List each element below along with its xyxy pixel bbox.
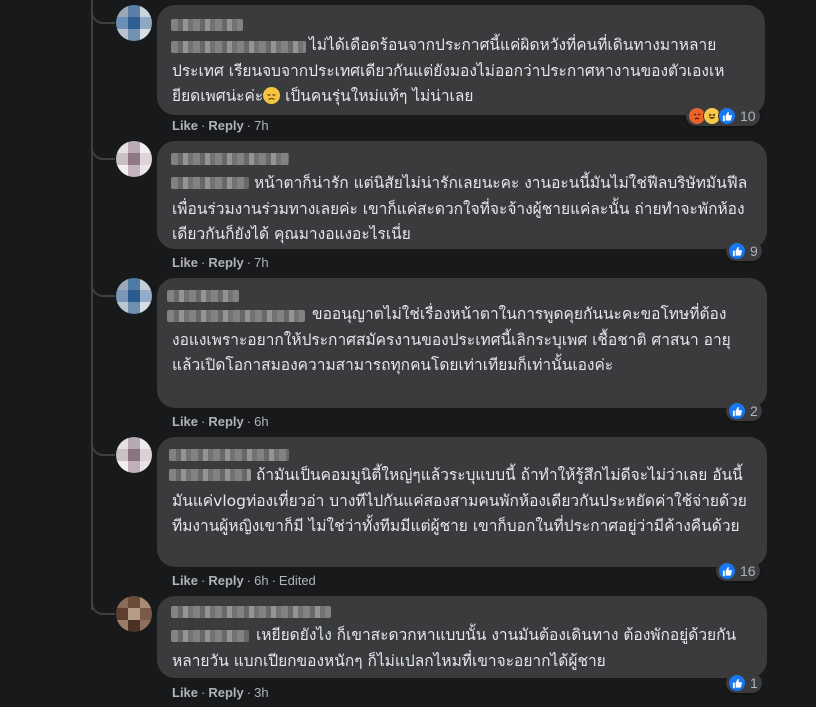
commenter-name[interactable] <box>167 290 239 302</box>
comment-actions: Like · Reply · 6h <box>172 414 269 429</box>
reaction-count: 9 <box>750 243 758 259</box>
edited-label[interactable]: Edited <box>279 573 316 588</box>
timestamp[interactable]: 7h <box>254 118 268 133</box>
reactions-summary[interactable]: 16 <box>716 561 760 581</box>
reaction-count: 1 <box>750 675 758 691</box>
avatar[interactable] <box>116 5 152 41</box>
commenter-name[interactable] <box>171 606 331 618</box>
avatar[interactable] <box>116 437 152 473</box>
comment-text: ถ้ามันเป็นคอมมูนิตี้ใหญ่ๆแล้วระบุแบบนี้ … <box>172 466 752 535</box>
reply-button[interactable]: Reply <box>208 573 243 588</box>
thread-connector <box>91 142 115 160</box>
comment-text: หน้าตาก็น่ารัก แต่นิสัยไม่น่ารักเลยนะคะ … <box>172 174 748 243</box>
like-button[interactable]: Like <box>172 118 198 133</box>
like-button[interactable]: Like <box>172 255 198 270</box>
timestamp[interactable]: 6h <box>254 414 268 429</box>
comment-actions: Like · Reply · 7h <box>172 255 269 270</box>
comment-actions: Like · Reply · 3h <box>172 685 269 700</box>
thread-connector <box>91 438 115 456</box>
reply-button[interactable]: Reply <box>208 414 243 429</box>
reactions-summary[interactable]: 1 <box>726 673 762 693</box>
timestamp[interactable]: 7h <box>254 255 268 270</box>
comment-actions: Like · Reply · 6h · Edited <box>172 573 316 588</box>
like-icon <box>728 674 746 692</box>
like-icon <box>718 562 736 580</box>
comment-actions: Like · Reply · 7h <box>172 118 269 133</box>
reply-button[interactable]: Reply <box>208 118 243 133</box>
commenter-name[interactable] <box>171 19 243 31</box>
reaction-count: 2 <box>750 403 758 419</box>
timestamp[interactable]: 3h <box>254 685 268 700</box>
comment-text: ไม่ได้เดือดร้อนจากประกาศนี้แค่ผิดหวังที่… <box>172 36 725 105</box>
reply-button[interactable]: Reply <box>208 255 243 270</box>
reply-button[interactable]: Reply <box>208 685 243 700</box>
commenter-name[interactable] <box>169 449 289 461</box>
thread-connector <box>91 279 115 297</box>
commenter-name[interactable] <box>171 153 289 165</box>
avatar[interactable] <box>116 278 152 314</box>
reactions-summary[interactable]: 2 <box>726 401 762 421</box>
like-icon <box>728 242 746 260</box>
thread-connector <box>91 6 115 24</box>
comment-text: ขออนุญาตไม่ใช่เรื่องหน้าตาในการพูดคุยกัน… <box>172 305 736 374</box>
comment-bubble: ขออนุญาตไม่ใช่เรื่องหน้าตาในการพูดคุยกัน… <box>157 278 767 408</box>
like-icon <box>718 107 736 125</box>
reaction-count: 16 <box>740 563 756 579</box>
comment-bubble: ถ้ามันเป็นคอมมูนิตี้ใหญ่ๆแล้วระบุแบบนี้ … <box>157 437 767 567</box>
comment-bubble: เหยียดยังไง ก็เขาสะดวกหาแบบนั้น งานมันต้… <box>157 596 767 678</box>
thread-line <box>91 0 93 610</box>
reactions-summary[interactable]: 10 <box>686 106 760 126</box>
avatar[interactable] <box>116 141 152 177</box>
reactions-summary[interactable]: 9 <box>726 241 762 261</box>
comment-bubble: หน้าตาก็น่ารัก แต่นิสัยไม่น่ารักเลยนะคะ … <box>157 141 767 249</box>
comment-bubble: ไม่ได้เดือดร้อนจากประกาศนี้แค่ผิดหวังที่… <box>157 5 765 115</box>
disappointed-emoji-icon <box>263 87 281 104</box>
like-icon <box>728 402 746 420</box>
reaction-count: 10 <box>740 108 756 124</box>
like-button[interactable]: Like <box>172 414 198 429</box>
like-button[interactable]: Like <box>172 685 198 700</box>
thread-connector <box>91 597 115 615</box>
timestamp[interactable]: 6h <box>254 573 268 588</box>
comment-text: เหยียดยังไง ก็เขาสะดวกหาแบบนั้น งานมันต้… <box>172 626 737 670</box>
avatar[interactable] <box>116 596 152 632</box>
like-button[interactable]: Like <box>172 573 198 588</box>
